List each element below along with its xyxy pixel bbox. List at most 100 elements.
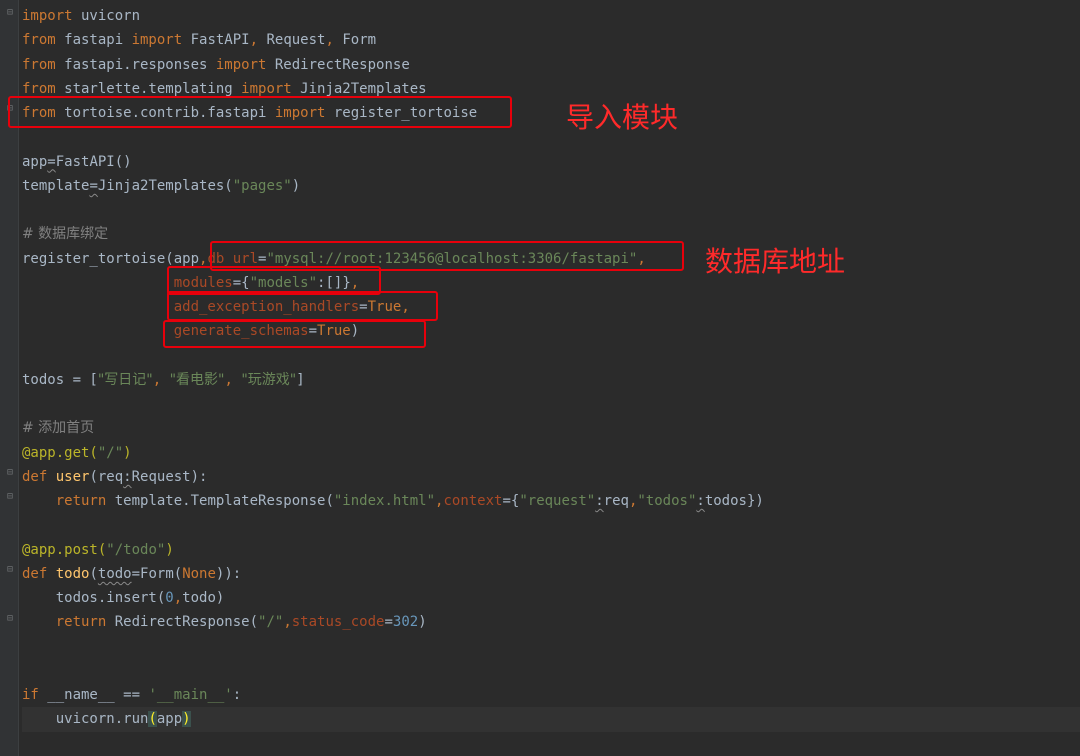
code-token: FastAPI() <box>55 153 132 170</box>
code-token: tortoise.contrib.fastapi <box>55 105 275 121</box>
fold-icon[interactable]: ⊟ <box>7 492 15 502</box>
code-token: generate_schemas <box>173 323 309 340</box>
code-line[interactable] <box>22 125 1080 149</box>
fold-icon[interactable]: ⊟ <box>7 468 15 478</box>
code-token: todo <box>97 565 132 582</box>
code-token: , <box>637 250 646 267</box>
code-line[interactable]: modules={"models":[]}, <box>22 271 1080 295</box>
code-token: "mysql://root:123456@localhost:3306/fast… <box>266 250 638 267</box>
code-token: db_url <box>207 250 259 267</box>
code-line[interactable] <box>22 635 1080 659</box>
code-token: RedirectResponse <box>266 56 410 73</box>
fold-icon[interactable]: ⊟ <box>7 565 15 575</box>
code-token: todos.insert( <box>22 590 166 606</box>
code-line[interactable]: # 数据库绑定 <box>22 222 1080 246</box>
code-line[interactable]: add_exception_handlers=True, <box>22 295 1080 319</box>
code-token: , <box>224 371 242 388</box>
code-token: req <box>603 493 629 509</box>
code-token: : <box>232 687 242 703</box>
code-token: ) <box>350 323 360 340</box>
code-token: ] <box>296 371 305 388</box>
code-token: "看电影" <box>169 371 225 388</box>
code-token: ={ <box>232 274 250 291</box>
code-line[interactable]: @app.post("/todo") <box>22 538 1080 562</box>
annotation-import-module: 导入模块 <box>566 101 679 134</box>
code-line[interactable]: app=FastAPI() <box>22 150 1080 174</box>
code-token: ( <box>148 711 157 728</box>
code-token: = <box>47 153 56 170</box>
code-token: Request): <box>131 468 208 485</box>
code-line[interactable]: uvicorn.run(app) <box>22 707 1080 732</box>
code-token: ) <box>123 444 132 461</box>
code-line[interactable] <box>22 513 1080 537</box>
code-token: ) <box>182 711 191 728</box>
code-line[interactable]: if __name__ == '__main__': <box>22 683 1080 707</box>
fold-icon[interactable]: ⊟ <box>7 104 15 114</box>
code-line[interactable] <box>22 198 1080 222</box>
code-line[interactable] <box>22 659 1080 683</box>
code-token: app <box>156 711 183 728</box>
code-token: add_exception_handlers <box>173 299 360 315</box>
code-token: template.TemplateResponse( <box>106 493 334 509</box>
code-token: "/todo" <box>106 541 166 558</box>
code-token: status_code <box>291 614 385 631</box>
code-token: __name__ == <box>38 687 149 703</box>
code-token: @app.get( <box>22 444 98 461</box>
annotation-db-address: 数据库地址 <box>705 245 846 278</box>
code-line[interactable]: return RedirectResponse("/",status_code=… <box>22 610 1080 634</box>
editor-gutter: ⊟ ⊟ ⊟ ⊟ ⊟ ⊟ <box>0 0 19 756</box>
code-token: Form <box>333 32 377 49</box>
code-token: , <box>401 299 410 315</box>
code-token: def <box>22 565 48 582</box>
code-token: "写日记" <box>97 371 153 388</box>
code-token: "request" <box>519 493 596 509</box>
code-line[interactable]: def todo(todo=Form(None)): <box>22 562 1080 586</box>
code-token: import <box>22 8 73 24</box>
code-line[interactable] <box>22 392 1080 416</box>
code-token: , <box>325 32 334 49</box>
code-line[interactable]: template=Jinja2Templates("pages") <box>22 174 1080 198</box>
code-token: Jinja2Templates( <box>97 177 233 194</box>
fold-icon[interactable]: ⊟ <box>7 8 15 18</box>
code-token: from <box>22 56 56 73</box>
code-token: , <box>152 371 170 388</box>
code-line[interactable]: from fastapi import FastAPI, Request, Fo… <box>22 28 1080 52</box>
code-token: # 数据库绑定 <box>22 226 109 243</box>
code-token: todo <box>55 565 90 582</box>
code-editor[interactable]: import uvicorn from fastapi import FastAP… <box>22 4 1080 732</box>
code-token: starlette.templating <box>55 80 242 97</box>
code-line[interactable]: from starlette.templating import Jinja2T… <box>22 77 1080 101</box>
code-token: "todos" <box>637 493 697 509</box>
code-token: "models" <box>249 274 318 291</box>
fold-icon[interactable]: ⊟ <box>7 614 15 624</box>
code-token: def <box>22 468 48 485</box>
code-token: "pages" <box>232 177 292 194</box>
code-token: True <box>367 299 402 315</box>
code-token: 0 <box>165 590 174 606</box>
code-line[interactable]: def user(req:Request): <box>22 465 1080 489</box>
code-line[interactable]: todos = ["写日记", "看电影", "玩游戏"] <box>22 368 1080 392</box>
code-line[interactable]: todos.insert(0,todo) <box>22 586 1080 610</box>
code-token: if <box>22 687 39 703</box>
code-token: return <box>55 493 107 509</box>
code-line[interactable]: generate_schemas=True) <box>22 319 1080 343</box>
code-line[interactable]: from fastapi.responses import RedirectRe… <box>22 53 1080 77</box>
code-token: : <box>595 493 604 509</box>
code-token: '__main__' <box>148 687 233 703</box>
code-line[interactable] <box>22 344 1080 368</box>
code-line[interactable]: import uvicorn <box>22 4 1080 28</box>
code-line[interactable]: return template.TemplateResponse("index.… <box>22 489 1080 513</box>
code-line[interactable]: from tortoise.contrib.fastapi import reg… <box>22 101 1080 125</box>
code-token: template <box>22 177 90 194</box>
code-token: context <box>443 493 503 509</box>
code-token: modules <box>173 274 233 291</box>
code-token: Jinja2Templates <box>291 80 427 97</box>
code-token: todos}) <box>704 493 764 509</box>
code-line[interactable]: register_tortoise(app,db_url="mysql://ro… <box>22 247 1080 271</box>
code-token: = <box>308 323 318 340</box>
code-line[interactable]: # 添加首页 <box>22 416 1080 440</box>
code-token: return <box>55 614 107 631</box>
code-line[interactable]: @app.get("/") <box>22 441 1080 465</box>
